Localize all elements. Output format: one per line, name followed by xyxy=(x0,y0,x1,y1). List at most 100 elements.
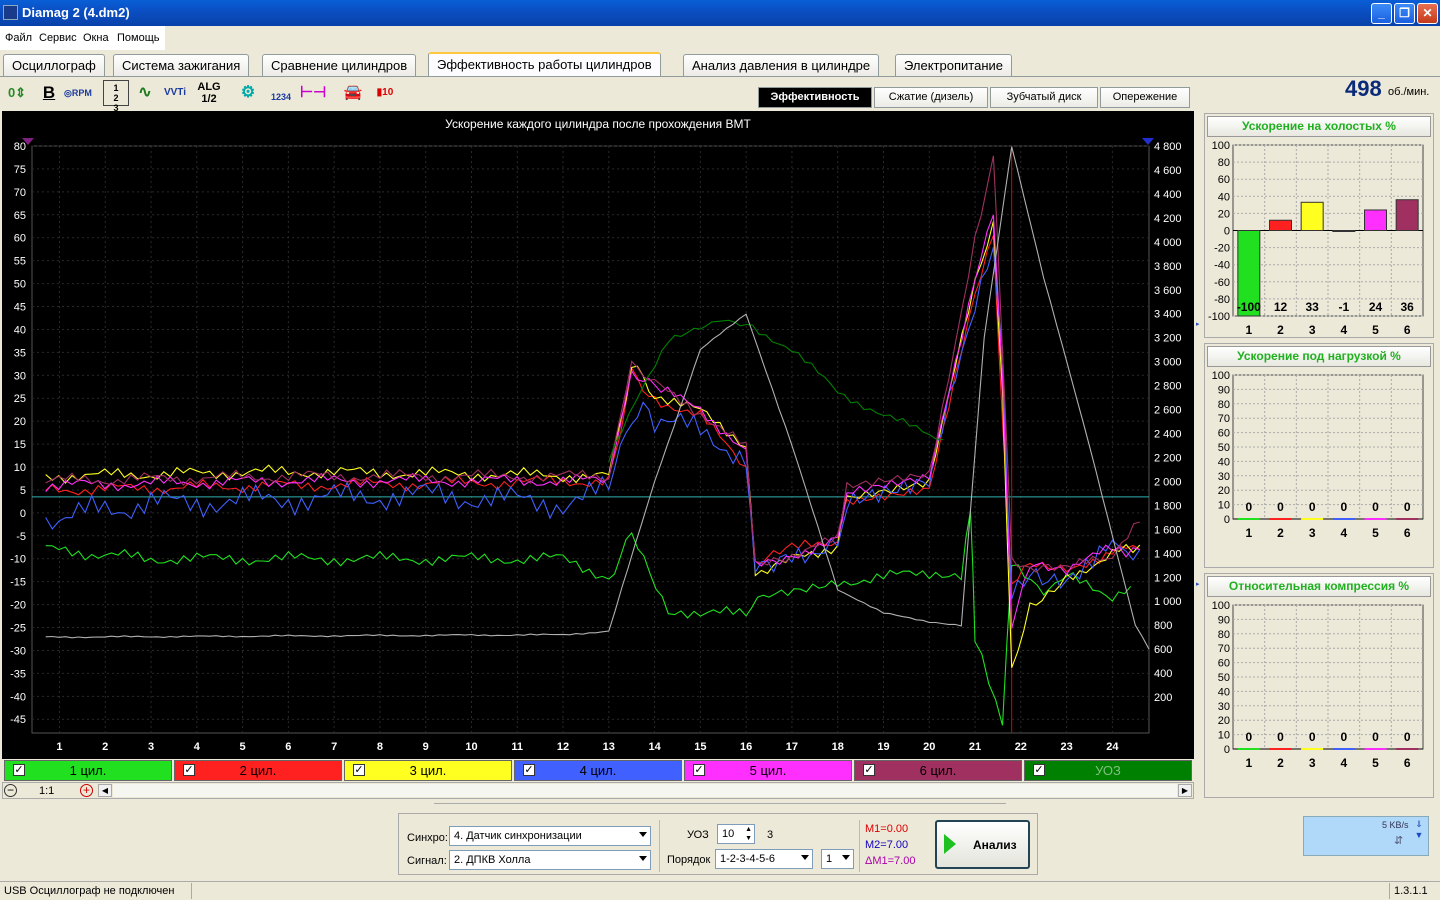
zero-level-icon[interactable]: 0⇕ xyxy=(4,80,30,106)
maximize-button[interactable]: ❐ xyxy=(1394,3,1415,24)
checkbox-icon[interactable]: ✓ xyxy=(693,764,705,776)
subtab-compression[interactable]: Сжатие (дизель) xyxy=(874,87,988,108)
tab-oscilloscope[interactable]: Осциллограф xyxy=(3,54,105,76)
scroll-left-button[interactable]: ◀ xyxy=(98,784,112,797)
version-text: 1.3.1.1 xyxy=(1394,885,1428,897)
channel-toggle-3[interactable]: ✓ 3 цил. xyxy=(344,760,512,781)
cylinder-select-icon[interactable]: ⚙ xyxy=(235,80,261,106)
bar xyxy=(1269,219,1292,231)
channel-toggle-1[interactable]: ✓ 1 цил. xyxy=(4,760,172,781)
subtab-efficiency[interactable]: Эффективность xyxy=(758,87,872,108)
y-tick-label: 80 xyxy=(1218,157,1230,169)
subtab-advance[interactable]: Опережение xyxy=(1100,87,1190,108)
checkbox-icon[interactable]: ✓ xyxy=(353,764,365,776)
x-tick-label: 11 xyxy=(511,741,523,753)
idle-acceleration-panel: Ускорение на холостых % 100 80 60 40 20 0 -20 -… xyxy=(1204,113,1434,338)
menu-service[interactable]: Сервис xyxy=(39,32,77,44)
firing-order-icon[interactable]: 1234 xyxy=(268,80,294,106)
y2-tick-label: 4 400 xyxy=(1154,189,1182,201)
bar-value-label: -1 xyxy=(1338,300,1349,314)
splitter-arrow-icon[interactable]: ▸ xyxy=(1196,580,1201,590)
bar-value-label: 0 xyxy=(1309,500,1316,514)
menu-file[interactable]: Файл xyxy=(5,32,32,44)
bar-value-label: 0 xyxy=(1372,730,1379,744)
y-tick-label: -40 xyxy=(10,691,26,703)
tab-pressure-analysis[interactable]: Анализ давления в цилиндре xyxy=(683,54,880,76)
menu-help[interactable]: Помощь xyxy=(117,32,160,44)
spinner-arrows-icon[interactable]: ▲ ▼ xyxy=(745,825,752,843)
zoom-in-button[interactable]: + xyxy=(80,784,93,797)
channel-toggle-4[interactable]: ✓ 4 цил. xyxy=(514,760,682,781)
checkbox-icon[interactable]: ✓ xyxy=(863,764,875,776)
signal-value: 2. ДПКВ Холла xyxy=(454,854,531,866)
bar-category-label: 1 xyxy=(1245,526,1252,540)
channel-toggle-6[interactable]: ✓ 6 цил. xyxy=(854,760,1022,781)
y-tick-label: 100 xyxy=(1212,600,1230,612)
menu-windows[interactable]: Окна xyxy=(83,32,109,44)
bar-category-label: 1 xyxy=(1245,323,1252,337)
y-tick-label: -25 xyxy=(10,623,26,635)
horizontal-scrollbar[interactable] xyxy=(113,784,1177,797)
rpm-icon[interactable]: ◎RPM xyxy=(64,80,92,106)
signal-select[interactable]: 2. ДПКВ Холла xyxy=(449,850,651,870)
alg-icon[interactable]: ALG 1/2 xyxy=(196,80,222,106)
zoom-level: 1:1 xyxy=(39,785,55,797)
bold-icon[interactable]: B xyxy=(36,80,62,106)
y-tick-label: 65 xyxy=(14,210,26,222)
chevron-down-icon xyxy=(639,832,647,837)
sync-label: Синхро: xyxy=(407,832,448,844)
sync-marker-icon[interactable]: ⊢⊣ xyxy=(300,80,326,106)
y-tick-label: 30 xyxy=(1218,701,1230,713)
analyze-label: Анализ xyxy=(973,838,1017,852)
checkbox-icon[interactable]: ✓ xyxy=(1033,764,1045,776)
bar-value-label: -100 xyxy=(1237,300,1261,314)
subtab-tooth-disk[interactable]: Зубчатый диск xyxy=(990,87,1098,108)
x-tick-label: 4 xyxy=(194,741,201,753)
y-tick-label: -15 xyxy=(10,577,26,589)
order-start-select[interactable]: 1 xyxy=(821,849,854,869)
checkbox-icon[interactable]: ✓ xyxy=(13,764,25,776)
y-tick-label: -80 xyxy=(1214,294,1230,306)
download-icon[interactable]: ⇓ ▼ xyxy=(1412,819,1426,853)
uoz-spinner[interactable]: 10 ▲ ▼ xyxy=(717,824,755,844)
tab-ignition[interactable]: Система зажигания xyxy=(113,54,250,76)
load-acceleration-chart: 1009080706050403020100010203040506 xyxy=(1212,370,1424,540)
minimize-button[interactable]: _ xyxy=(1371,3,1392,24)
scroll-right-button[interactable]: ▶ xyxy=(1178,784,1192,797)
firing-order-select[interactable]: 1-2-3-4-5-6 xyxy=(715,849,813,869)
car-icon[interactable]: 🚘 xyxy=(340,80,366,106)
channel-toggle-2[interactable]: ✓ 2 цил. xyxy=(174,760,342,781)
y-tick-label: -5 xyxy=(16,531,26,543)
x-tick-label: 9 xyxy=(423,741,429,753)
bar xyxy=(1332,748,1355,750)
channel-toggle-5[interactable]: ✓ 5 цил. xyxy=(684,760,852,781)
main-chart[interactable]: 1 2 3 4 5 6 7 8 9 10 11 12 13 14 15 16 17 18 19 20 21 22 23 24 8… xyxy=(2,111,1194,759)
line-chart-icon[interactable]: ∿ xyxy=(132,80,158,106)
checkbox-icon[interactable]: ✓ xyxy=(183,764,195,776)
y2-tick-label: 4 600 xyxy=(1154,165,1182,177)
firing-order-value: 1-2-3-4-5-6 xyxy=(720,853,776,865)
y-tick-label: 35 xyxy=(14,347,26,359)
zoom-out-button[interactable]: − xyxy=(4,784,17,797)
marker-m2-icon[interactable] xyxy=(1142,138,1154,145)
tab-power-supply[interactable]: Электропитание xyxy=(895,54,1012,76)
tab-cylinder-compare[interactable]: Сравнение цилиндров xyxy=(262,54,417,76)
close-button[interactable]: ✕ xyxy=(1417,3,1438,24)
y-tick-label: 0 xyxy=(1224,514,1230,526)
splitter-arrow-icon[interactable]: ▸ xyxy=(1196,320,1201,330)
channel-toggle-7[interactable]: ✓ УОЗ xyxy=(1024,760,1192,781)
y-tick-label: -40 xyxy=(1214,260,1230,272)
vvti-icon[interactable]: VVTi xyxy=(162,80,188,106)
analyze-button[interactable]: Анализ xyxy=(935,820,1030,869)
main-chart-svg[interactable]: 1 2 3 4 5 6 7 8 9 10 11 12 13 14 15 16 17 18 19 20 21 22 23 248… xyxy=(2,111,1194,759)
checkbox-icon[interactable]: ✓ xyxy=(523,764,535,776)
y-tick-label: 0 xyxy=(20,508,26,520)
bar-10-icon[interactable]: ▮10 xyxy=(372,80,398,106)
sync-select[interactable]: 4. Датчик синхронизации xyxy=(449,826,651,846)
bar xyxy=(1237,748,1260,750)
bottom-splitter[interactable] xyxy=(434,803,1006,809)
cylinders-stack-icon[interactable]: 123 xyxy=(103,80,129,113)
bar-category-label: 2 xyxy=(1277,756,1284,770)
tab-cylinder-efficiency[interactable]: Эффективность работы цилиндров xyxy=(428,52,661,77)
y-tick-label: 55 xyxy=(14,256,26,268)
